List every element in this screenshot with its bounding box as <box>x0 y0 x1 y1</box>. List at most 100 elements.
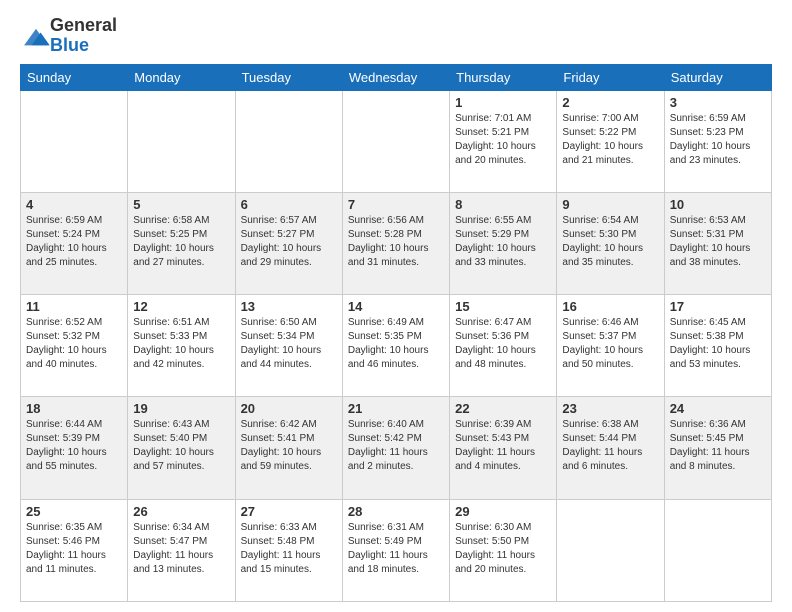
day-info: Sunrise: 6:36 AM Sunset: 5:45 PM Dayligh… <box>670 418 766 474</box>
day-number: 4 <box>26 197 122 212</box>
day-info: Sunrise: 6:46 AM Sunset: 5:37 PM Dayligh… <box>562 316 658 372</box>
day-number: 23 <box>562 401 658 416</box>
calendar-cell: 17 Sunrise: 6:45 AM Sunset: 5:38 PM Dayli… <box>664 295 771 397</box>
day-number: 25 <box>26 504 122 519</box>
day-info: Sunrise: 6:49 AM Sunset: 5:35 PM Dayligh… <box>348 316 444 372</box>
calendar-cell: 27 Sunrise: 6:33 AM Sunset: 5:48 PM Dayli… <box>235 499 342 601</box>
calendar-cell: 2 Sunrise: 7:00 AM Sunset: 5:22 PM Daylig… <box>557 90 664 192</box>
day-number: 28 <box>348 504 444 519</box>
day-number: 20 <box>241 401 337 416</box>
logo-icon <box>22 27 50 49</box>
col-thursday: Thursday <box>450 64 557 90</box>
day-info: Sunrise: 6:51 AM Sunset: 5:33 PM Dayligh… <box>133 316 229 372</box>
col-wednesday: Wednesday <box>342 64 449 90</box>
calendar-cell: 28Sunrise: 6:31 AM Sunset: 5:49 PM Dayli… <box>342 499 449 601</box>
page: General Blue Sunday Monday Tuesday Wedne… <box>0 0 792 612</box>
day-number: 10 <box>670 197 766 212</box>
calendar-cell <box>128 90 235 192</box>
calendar-cell: 11 Sunrise: 6:52 AM Sunset: 5:32 PM Dayli… <box>21 295 128 397</box>
day-info: Sunrise: 6:30 AM Sunset: 5:50 PM Dayligh… <box>455 521 551 577</box>
calendar-week-row: 11 Sunrise: 6:52 AM Sunset: 5:32 PM Dayli… <box>21 295 772 397</box>
calendar-week-row: 1Sunrise: 7:01 AM Sunset: 5:21 PM Daylig… <box>21 90 772 192</box>
calendar-cell: 29Sunrise: 6:30 AM Sunset: 5:50 PM Dayli… <box>450 499 557 601</box>
header: General Blue <box>20 16 772 56</box>
calendar-cell: 13Sunrise: 6:50 AM Sunset: 5:34 PM Dayli… <box>235 295 342 397</box>
day-info: Sunrise: 6:56 AM Sunset: 5:28 PM Dayligh… <box>348 214 444 270</box>
day-number: 5 <box>133 197 229 212</box>
col-monday: Monday <box>128 64 235 90</box>
day-info: Sunrise: 6:55 AM Sunset: 5:29 PM Dayligh… <box>455 214 551 270</box>
day-number: 9 <box>562 197 658 212</box>
day-number: 27 <box>241 504 337 519</box>
calendar-week-row: 18 Sunrise: 6:44 AM Sunset: 5:39 PM Dayli… <box>21 397 772 499</box>
day-info: Sunrise: 6:38 AM Sunset: 5:44 PM Dayligh… <box>562 418 658 474</box>
day-number: 3 <box>670 95 766 110</box>
day-number: 7 <box>348 197 444 212</box>
day-info: Sunrise: 6:34 AM Sunset: 5:47 PM Dayligh… <box>133 521 229 577</box>
day-number: 26 <box>133 504 229 519</box>
day-info: Sunrise: 6:59 AM Sunset: 5:24 PM Dayligh… <box>26 214 122 270</box>
col-tuesday: Tuesday <box>235 64 342 90</box>
calendar-cell: 22 Sunrise: 6:39 AM Sunset: 5:43 PM Dayli… <box>450 397 557 499</box>
calendar-cell: 10 Sunrise: 6:53 AM Sunset: 5:31 PM Dayli… <box>664 192 771 294</box>
day-info: Sunrise: 6:57 AM Sunset: 5:27 PM Dayligh… <box>241 214 337 270</box>
day-info: Sunrise: 6:59 AM Sunset: 5:23 PM Dayligh… <box>670 112 766 168</box>
logo-blue: Blue <box>50 36 117 56</box>
calendar-cell: 14 Sunrise: 6:49 AM Sunset: 5:35 PM Dayli… <box>342 295 449 397</box>
day-info: Sunrise: 6:44 AM Sunset: 5:39 PM Dayligh… <box>26 418 122 474</box>
calendar-cell: 24 Sunrise: 6:36 AM Sunset: 5:45 PM Dayli… <box>664 397 771 499</box>
logo: General Blue <box>20 16 117 56</box>
calendar-cell: 12 Sunrise: 6:51 AM Sunset: 5:33 PM Dayli… <box>128 295 235 397</box>
day-info: Sunrise: 6:54 AM Sunset: 5:30 PM Dayligh… <box>562 214 658 270</box>
day-info: Sunrise: 7:00 AM Sunset: 5:22 PM Dayligh… <box>562 112 658 168</box>
day-number: 12 <box>133 299 229 314</box>
calendar-week-row: 25 Sunrise: 6:35 AM Sunset: 5:46 PM Dayli… <box>21 499 772 601</box>
day-info: Sunrise: 6:43 AM Sunset: 5:40 PM Dayligh… <box>133 418 229 474</box>
day-number: 2 <box>562 95 658 110</box>
day-number: 11 <box>26 299 122 314</box>
calendar-cell <box>664 499 771 601</box>
calendar-cell: 25 Sunrise: 6:35 AM Sunset: 5:46 PM Dayli… <box>21 499 128 601</box>
calendar-header-row: Sunday Monday Tuesday Wednesday Thursday… <box>21 64 772 90</box>
calendar-cell: 5Sunrise: 6:58 AM Sunset: 5:25 PM Daylig… <box>128 192 235 294</box>
calendar-cell <box>21 90 128 192</box>
day-number: 14 <box>348 299 444 314</box>
calendar-cell: 23 Sunrise: 6:38 AM Sunset: 5:44 PM Dayli… <box>557 397 664 499</box>
calendar-cell: 21Sunrise: 6:40 AM Sunset: 5:42 PM Dayli… <box>342 397 449 499</box>
day-info: Sunrise: 6:42 AM Sunset: 5:41 PM Dayligh… <box>241 418 337 474</box>
calendar-cell: 20 Sunrise: 6:42 AM Sunset: 5:41 PM Dayli… <box>235 397 342 499</box>
calendar-cell: 15Sunrise: 6:47 AM Sunset: 5:36 PM Dayli… <box>450 295 557 397</box>
calendar-cell: 26 Sunrise: 6:34 AM Sunset: 5:47 PM Dayli… <box>128 499 235 601</box>
day-info: Sunrise: 6:35 AM Sunset: 5:46 PM Dayligh… <box>26 521 122 577</box>
day-number: 8 <box>455 197 551 212</box>
calendar-cell: 1Sunrise: 7:01 AM Sunset: 5:21 PM Daylig… <box>450 90 557 192</box>
calendar-week-row: 4 Sunrise: 6:59 AM Sunset: 5:24 PM Daylig… <box>21 192 772 294</box>
day-info: Sunrise: 6:39 AM Sunset: 5:43 PM Dayligh… <box>455 418 551 474</box>
calendar-cell: 16 Sunrise: 6:46 AM Sunset: 5:37 PM Dayli… <box>557 295 664 397</box>
day-info: Sunrise: 6:33 AM Sunset: 5:48 PM Dayligh… <box>241 521 337 577</box>
col-friday: Friday <box>557 64 664 90</box>
logo-general: General <box>50 16 117 36</box>
day-number: 16 <box>562 299 658 314</box>
day-number: 15 <box>455 299 551 314</box>
day-info: Sunrise: 6:53 AM Sunset: 5:31 PM Dayligh… <box>670 214 766 270</box>
calendar-cell: 19 Sunrise: 6:43 AM Sunset: 5:40 PM Dayli… <box>128 397 235 499</box>
day-number: 22 <box>455 401 551 416</box>
calendar-cell <box>235 90 342 192</box>
calendar-cell <box>557 499 664 601</box>
day-number: 24 <box>670 401 766 416</box>
day-number: 18 <box>26 401 122 416</box>
calendar-cell: 9 Sunrise: 6:54 AM Sunset: 5:30 PM Daylig… <box>557 192 664 294</box>
day-number: 17 <box>670 299 766 314</box>
day-number: 19 <box>133 401 229 416</box>
day-info: Sunrise: 6:45 AM Sunset: 5:38 PM Dayligh… <box>670 316 766 372</box>
calendar-cell: 6Sunrise: 6:57 AM Sunset: 5:27 PM Daylig… <box>235 192 342 294</box>
calendar-cell: 3 Sunrise: 6:59 AM Sunset: 5:23 PM Daylig… <box>664 90 771 192</box>
day-info: Sunrise: 6:52 AM Sunset: 5:32 PM Dayligh… <box>26 316 122 372</box>
calendar-cell: 7 Sunrise: 6:56 AM Sunset: 5:28 PM Daylig… <box>342 192 449 294</box>
calendar-table: Sunday Monday Tuesday Wednesday Thursday… <box>20 64 772 602</box>
calendar-cell <box>342 90 449 192</box>
day-info: Sunrise: 6:40 AM Sunset: 5:42 PM Dayligh… <box>348 418 444 474</box>
calendar-cell: 18 Sunrise: 6:44 AM Sunset: 5:39 PM Dayli… <box>21 397 128 499</box>
calendar-cell: 4 Sunrise: 6:59 AM Sunset: 5:24 PM Daylig… <box>21 192 128 294</box>
